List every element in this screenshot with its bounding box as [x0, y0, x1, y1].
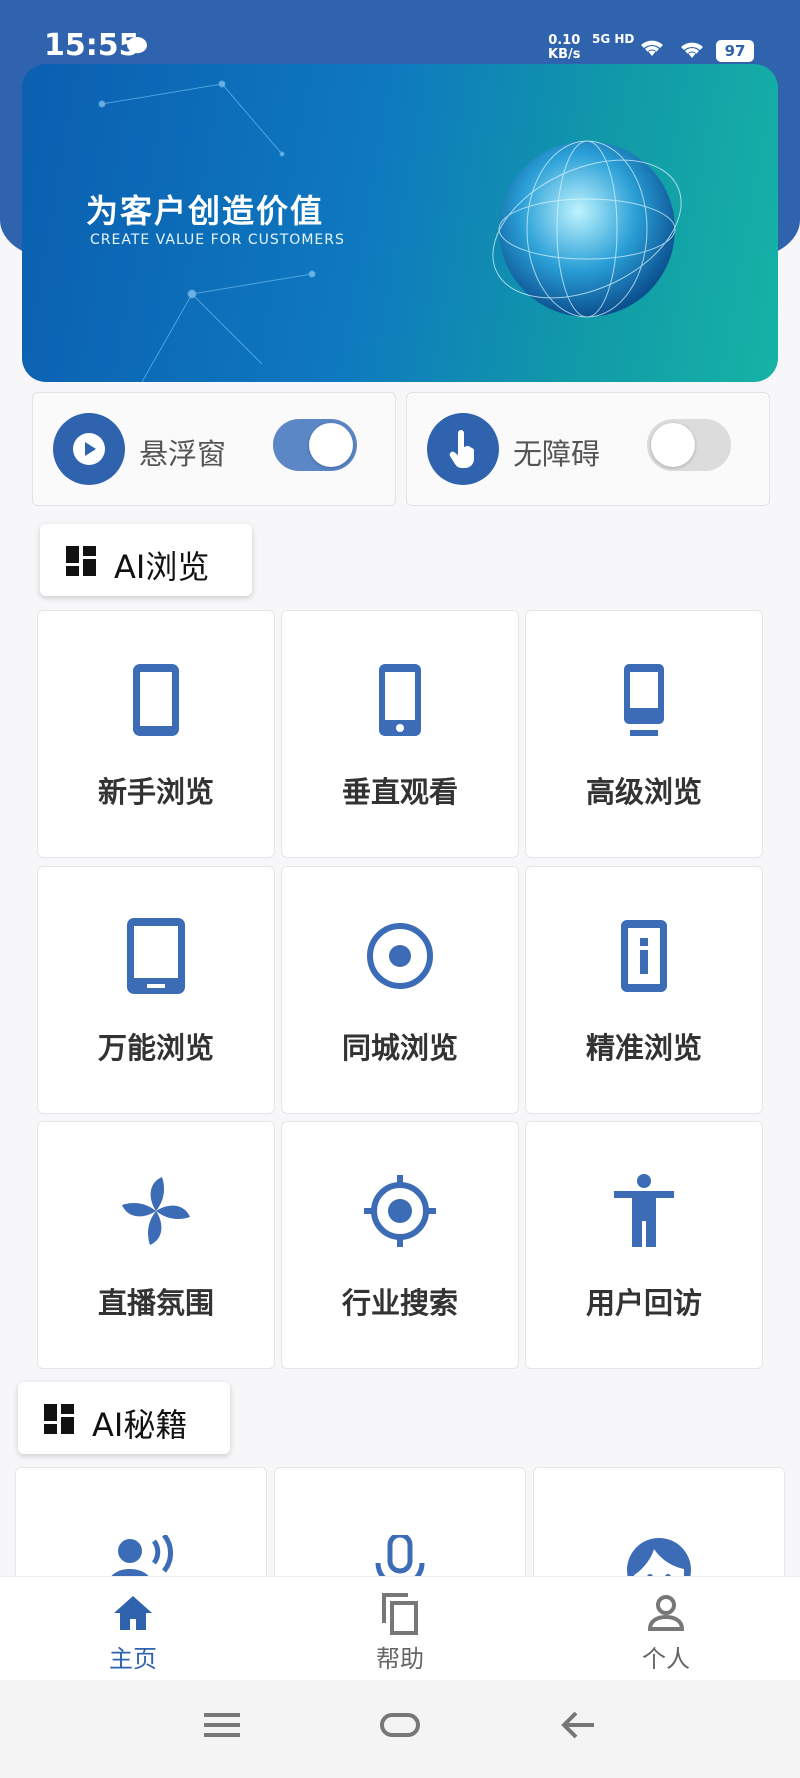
- menu-icon[interactable]: [204, 1710, 240, 1740]
- floating-window-toggle-card: 悬浮窗: [32, 392, 396, 506]
- wifi-icon: [641, 40, 663, 56]
- wifi-icon: [681, 42, 703, 58]
- nav-help[interactable]: 帮助: [340, 1591, 460, 1674]
- browse-item-advanced[interactable]: 高级浏览: [525, 610, 763, 858]
- browse-item-user-revisit[interactable]: 用户回访: [525, 1121, 763, 1369]
- nav-home[interactable]: 主页: [73, 1591, 193, 1674]
- section-title: AI秘籍: [92, 1406, 188, 1444]
- globe-icon: [492, 140, 682, 318]
- person-icon: [526, 1172, 762, 1250]
- pinwheel-icon: [38, 1172, 274, 1250]
- banner-subtitle: CREATE VALUE FOR CUSTOMERS: [90, 232, 345, 248]
- nav-help-label: 帮助: [376, 1645, 424, 1673]
- phone-vertical-icon: [282, 661, 518, 739]
- browse-item-label: 行业搜索: [341, 1286, 458, 1320]
- crosshair-icon: [282, 1172, 518, 1250]
- browse-item-precise[interactable]: 精准浏览: [525, 866, 763, 1114]
- status-network: 5G HD: [592, 32, 635, 46]
- browse-item-live-atmosphere[interactable]: 直播氛围: [37, 1121, 275, 1369]
- section-header-ai-secrets: AI秘籍: [18, 1382, 230, 1454]
- nav-profile-label: 个人: [642, 1645, 690, 1673]
- accessibility-switch[interactable]: [647, 419, 731, 471]
- browse-item-universal[interactable]: 万能浏览: [37, 866, 275, 1114]
- accessibility-toggle-card: 无障碍: [406, 392, 770, 506]
- nav-profile[interactable]: 个人: [606, 1591, 726, 1674]
- floating-window-switch[interactable]: [273, 419, 357, 471]
- browse-item-label: 同城浏览: [341, 1031, 458, 1065]
- accessibility-label: 无障碍: [513, 437, 601, 471]
- chat-bubble-icon: [127, 37, 147, 55]
- browse-item-label: 直播氛围: [97, 1286, 214, 1320]
- dashboard-icon: [66, 546, 96, 576]
- browse-item-newbie[interactable]: 新手浏览: [37, 610, 275, 858]
- home-icon: [73, 1591, 193, 1635]
- tablet-icon: [38, 917, 274, 995]
- browse-item-vertical[interactable]: 垂直观看: [281, 610, 519, 858]
- section-header-ai-browse: AI浏览: [40, 524, 252, 596]
- radio-target-icon: [282, 917, 518, 995]
- browse-item-label: 万能浏览: [97, 1031, 214, 1065]
- browse-item-label: 用户回访: [585, 1286, 702, 1320]
- browse-item-same-city[interactable]: 同城浏览: [281, 866, 519, 1114]
- battery-indicator: 97: [716, 40, 754, 62]
- dashboard-icon: [44, 1404, 74, 1434]
- nav-home-label: 主页: [109, 1645, 157, 1673]
- status-speed: 0.10 KB/s: [548, 33, 581, 62]
- browse-item-industry-search[interactable]: 行业搜索: [281, 1121, 519, 1369]
- browse-item-label: 垂直观看: [341, 775, 458, 809]
- phone-icon: [38, 661, 274, 739]
- home-button-icon[interactable]: [380, 1710, 420, 1740]
- browse-item-label: 高级浏览: [585, 775, 702, 809]
- copy-icon: [340, 1591, 460, 1635]
- hero-banner[interactable]: 为客户创造价值 CREATE VALUE FOR CUSTOMERS: [22, 64, 778, 382]
- touch-hand-icon: [427, 413, 499, 485]
- section-title: AI浏览: [114, 548, 210, 586]
- floating-window-label: 悬浮窗: [139, 437, 227, 471]
- system-navigation-bar: [0, 1680, 800, 1778]
- play-icon: [53, 413, 125, 485]
- user-icon: [606, 1591, 726, 1635]
- bottom-navigation: 主页 帮助 个人: [0, 1576, 800, 1681]
- back-icon[interactable]: [560, 1710, 596, 1740]
- phone-advanced-icon: [526, 661, 762, 739]
- banner-title: 为客户创造价值: [86, 192, 325, 230]
- browse-item-label: 精准浏览: [585, 1031, 702, 1065]
- browse-item-label: 新手浏览: [97, 775, 214, 809]
- phone-info-icon: [526, 917, 762, 995]
